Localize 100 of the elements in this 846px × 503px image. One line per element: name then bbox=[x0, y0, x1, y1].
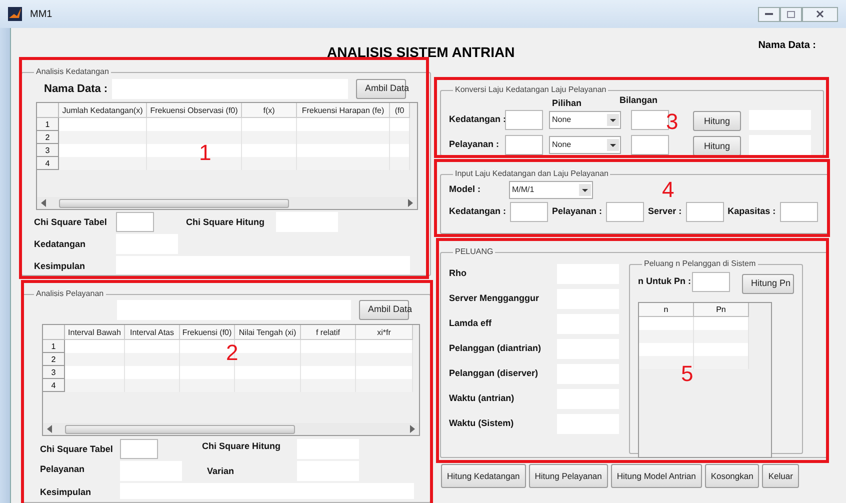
table-cell[interactable] bbox=[235, 366, 301, 379]
table-cell[interactable] bbox=[59, 131, 147, 144]
input-field[interactable] bbox=[120, 439, 158, 459]
push-button[interactable]: Hitung bbox=[693, 136, 741, 156]
row-header[interactable]: 4 bbox=[37, 157, 59, 170]
table-cell[interactable] bbox=[180, 366, 235, 379]
table-cell[interactable] bbox=[65, 340, 125, 353]
input-field[interactable] bbox=[510, 202, 548, 222]
column-header[interactable]: f(x) bbox=[242, 103, 297, 118]
scroll-thumb[interactable] bbox=[59, 198, 289, 208]
column-header[interactable]: Frekuensi (f0) bbox=[180, 325, 235, 340]
table-cell[interactable] bbox=[147, 131, 242, 144]
scroll-thumb[interactable] bbox=[65, 424, 295, 434]
dropdown[interactable]: M/M/1 bbox=[509, 181, 593, 199]
table-cell[interactable] bbox=[301, 340, 356, 353]
dropdown[interactable]: None bbox=[549, 110, 621, 128]
table-cell[interactable] bbox=[356, 379, 413, 392]
table-cell[interactable] bbox=[301, 366, 356, 379]
table-cell[interactable] bbox=[125, 340, 180, 353]
input-field[interactable] bbox=[505, 110, 543, 130]
table-cell[interactable] bbox=[242, 144, 297, 157]
column-header[interactable]: Interval Atas bbox=[125, 325, 180, 340]
input-field[interactable] bbox=[606, 202, 644, 222]
table-cell[interactable] bbox=[301, 379, 356, 392]
row-header[interactable]: 1 bbox=[43, 340, 65, 353]
input-field[interactable] bbox=[749, 134, 811, 154]
field-label: Pelanggan (diserver) bbox=[449, 367, 540, 380]
input-field[interactable] bbox=[692, 272, 730, 292]
table-cell[interactable] bbox=[390, 118, 410, 131]
table-cell[interactable] bbox=[694, 343, 749, 356]
column-header[interactable]: Nilai Tengah (xi) bbox=[235, 325, 301, 340]
table-cell[interactable] bbox=[694, 356, 749, 369]
dropdown[interactable]: None bbox=[549, 136, 621, 154]
table-cell[interactable] bbox=[297, 157, 390, 170]
table-cell[interactable] bbox=[65, 353, 125, 366]
field-label: Server Mengganggur bbox=[449, 292, 540, 306]
column-header[interactable]: Interval Bawah bbox=[65, 325, 125, 340]
table-cell[interactable] bbox=[235, 379, 301, 392]
column-header[interactable]: Jumlah Kedatangan(x) bbox=[59, 103, 147, 118]
row-header[interactable]: 3 bbox=[43, 366, 65, 379]
table-cell[interactable] bbox=[297, 144, 390, 157]
table-cell[interactable] bbox=[59, 118, 147, 131]
table-cell[interactable] bbox=[639, 330, 694, 343]
table-cell[interactable] bbox=[242, 157, 297, 170]
row-header[interactable]: 2 bbox=[37, 131, 59, 144]
table-cell[interactable] bbox=[180, 379, 235, 392]
table-cell[interactable] bbox=[356, 366, 413, 379]
table-cell[interactable] bbox=[125, 353, 180, 366]
table-cell[interactable] bbox=[694, 317, 749, 330]
row-header[interactable]: 2 bbox=[43, 353, 65, 366]
table-cell[interactable] bbox=[356, 340, 413, 353]
push-button[interactable]: Hitung Pn bbox=[742, 274, 794, 294]
horizontal-scrollbar[interactable] bbox=[37, 197, 417, 209]
table-cell[interactable] bbox=[390, 131, 410, 144]
action-button[interactable]: Hitung Pelayanan bbox=[528, 464, 608, 488]
table-cell[interactable] bbox=[242, 131, 297, 144]
table-cell[interactable] bbox=[147, 118, 242, 131]
table-cell[interactable] bbox=[639, 317, 694, 330]
table-cell[interactable] bbox=[390, 144, 410, 157]
table-cell[interactable] bbox=[242, 118, 297, 131]
column-header[interactable]: (f0 bbox=[390, 103, 410, 118]
table-cell[interactable] bbox=[356, 353, 413, 366]
left-arrow-icon bbox=[47, 425, 53, 433]
table-cell[interactable] bbox=[639, 343, 694, 356]
action-button[interactable]: Kosongkan bbox=[704, 464, 760, 488]
action-button[interactable]: Hitung Kedatangan bbox=[441, 464, 526, 488]
column-header[interactable]: Frekuensi Observasi (f0) bbox=[147, 103, 242, 118]
close-button[interactable] bbox=[802, 6, 838, 22]
row-header[interactable]: 4 bbox=[43, 379, 65, 392]
input-field[interactable] bbox=[116, 212, 154, 232]
table-cell[interactable] bbox=[390, 157, 410, 170]
field-label: Server : bbox=[648, 205, 682, 218]
table-cell[interactable] bbox=[694, 330, 749, 343]
maximize-button[interactable] bbox=[780, 6, 802, 22]
column-header[interactable]: n bbox=[639, 303, 694, 317]
table-cell[interactable] bbox=[59, 157, 147, 170]
column-header[interactable]: xi*fr bbox=[356, 325, 413, 340]
table-cell[interactable] bbox=[65, 366, 125, 379]
table-cell[interactable] bbox=[297, 118, 390, 131]
action-button[interactable]: Hitung Model Antrian bbox=[610, 464, 702, 488]
table-cell[interactable] bbox=[125, 366, 180, 379]
table-cell[interactable] bbox=[301, 353, 356, 366]
input-field[interactable] bbox=[686, 202, 724, 222]
input-field[interactable] bbox=[780, 202, 818, 222]
minimize-button[interactable] bbox=[758, 6, 780, 22]
row-header[interactable]: 1 bbox=[37, 118, 59, 131]
table-cell[interactable] bbox=[59, 144, 147, 157]
table-cell[interactable] bbox=[65, 379, 125, 392]
action-button[interactable]: Keluar bbox=[762, 464, 799, 488]
row-header[interactable]: 3 bbox=[37, 144, 59, 157]
input-field[interactable] bbox=[505, 134, 543, 154]
column-header[interactable]: Frekuensi Harapan (fe) bbox=[297, 103, 390, 118]
column-header[interactable]: f relatif bbox=[301, 325, 356, 340]
column-header[interactable]: Pn bbox=[694, 303, 749, 317]
horizontal-scrollbar[interactable] bbox=[43, 423, 419, 435]
table-cell[interactable] bbox=[297, 131, 390, 144]
input-field[interactable] bbox=[631, 134, 669, 154]
push-button[interactable]: Hitung bbox=[693, 111, 741, 132]
input-field[interactable] bbox=[116, 256, 410, 274]
table-cell[interactable] bbox=[125, 379, 180, 392]
